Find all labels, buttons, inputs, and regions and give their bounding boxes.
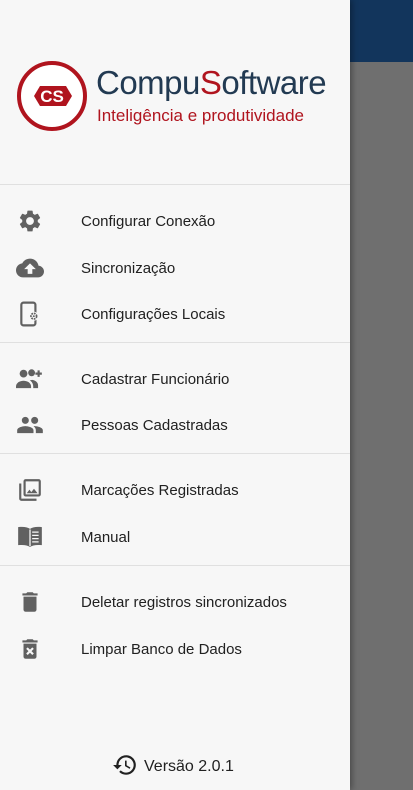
menu-item-cadastrar-funcionario[interactable]: Cadastrar Funcionário — [0, 356, 350, 402]
version-label: Versão 2.0.1 — [144, 758, 234, 775]
history-icon — [112, 752, 138, 783]
divider — [0, 342, 350, 343]
divider — [0, 565, 350, 566]
menu-item-manual[interactable]: Manual — [0, 514, 350, 560]
brand-name-s: S — [199, 64, 222, 101]
person-add-icon — [16, 365, 44, 393]
menu-item-pessoas-cadastradas[interactable]: Pessoas Cadastradas — [0, 402, 350, 448]
menu-item-label: Manual — [81, 528, 131, 546]
menu-item-configuracoes-locais[interactable]: Configurações Locais — [0, 291, 350, 337]
menu-item-label: Configurar Conexão — [81, 212, 216, 230]
logo-badge: CS — [17, 61, 87, 131]
navigation-drawer: CS CompuSoftware Inteligência e produtiv… — [0, 0, 350, 790]
brand-name-part1: Compu — [96, 64, 200, 101]
drawer-header: CS CompuSoftware Inteligência e produtiv… — [0, 0, 350, 184]
divider — [0, 184, 350, 185]
menu-item-label: Limpar Banco de Dados — [81, 640, 242, 658]
gear-icon — [16, 207, 44, 235]
logo-badge-text: CS — [40, 87, 64, 106]
menu-item-configurar-conexao[interactable]: Configurar Conexão — [0, 198, 350, 244]
menu-item-marcacoes-registradas[interactable]: Marcações Registradas — [0, 467, 350, 513]
scrim-overlay[interactable] — [350, 62, 413, 790]
menu-item-limpar-banco[interactable]: Limpar Banco de Dados — [0, 626, 350, 672]
trash-icon — [16, 588, 44, 616]
photo-library-icon — [16, 476, 44, 504]
book-icon — [16, 523, 44, 551]
divider — [0, 453, 350, 454]
people-icon — [16, 411, 44, 439]
app-bar — [350, 0, 413, 62]
version-info: Versão 2.0.1 — [112, 754, 234, 780]
brand-tagline: Inteligência e produtividade — [97, 106, 304, 125]
delete-forever-icon — [16, 635, 44, 663]
cloud-upload-icon — [16, 254, 44, 282]
menu-item-label: Pessoas Cadastradas — [81, 416, 228, 434]
menu-item-label: Sincronização — [81, 259, 176, 277]
menu-item-sincronizacao[interactable]: Sincronização — [0, 245, 350, 291]
menu-item-label: Cadastrar Funcionário — [81, 370, 230, 388]
brand-name: CompuSoftware — [96, 64, 327, 102]
menu-item-deletar-registros[interactable]: Deletar registros sincronizados — [0, 579, 350, 625]
menu-item-label: Deletar registros sincronizados — [81, 593, 287, 611]
menu-item-label: Configurações Locais — [81, 305, 226, 323]
brand-name-part2: oftware — [221, 64, 327, 101]
phone-settings-icon — [16, 300, 44, 328]
menu-item-label: Marcações Registradas — [81, 481, 239, 499]
